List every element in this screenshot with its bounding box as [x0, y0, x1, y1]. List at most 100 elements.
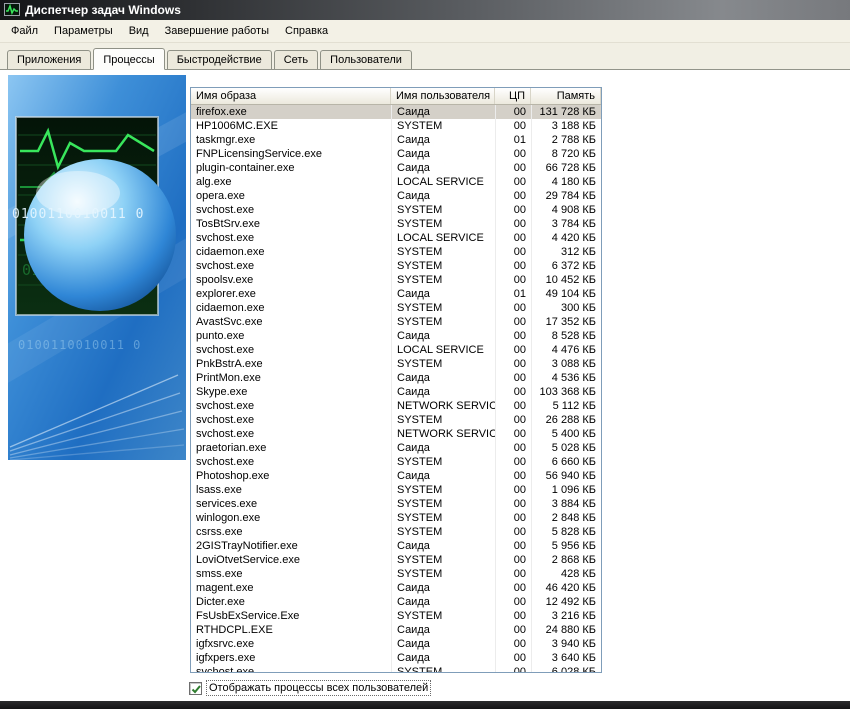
table-row[interactable]: plugin-container.exe Саида 00 66 728 КБ: [191, 161, 601, 175]
table-row[interactable]: svchost.exe LOCAL SERVICE 00 4 420 КБ: [191, 231, 601, 245]
table-row[interactable]: AvastSvc.exe SYSTEM 00 17 352 КБ: [191, 315, 601, 329]
tab-users[interactable]: Пользователи: [320, 50, 412, 69]
table-row[interactable]: PnkBstrA.exe SYSTEM 00 3 088 КБ: [191, 357, 601, 371]
process-name: svchost.exe: [196, 260, 255, 272]
table-row[interactable]: svchost.exe LOCAL SERVICE 00 4 476 КБ: [191, 343, 601, 357]
menu-item-help[interactable]: Справка: [277, 22, 336, 40]
table-row[interactable]: praetorian.exe Саида 00 5 028 КБ: [191, 441, 601, 455]
process-name: LoviOtvetService.exe: [196, 554, 300, 566]
column-header-image-name[interactable]: Имя образа: [191, 88, 391, 104]
table-row[interactable]: PrintMon.exe Саида 00 4 536 КБ: [191, 371, 601, 385]
user-name: SYSTEM: [391, 119, 495, 133]
table-row[interactable]: cidaemon.exe SYSTEM 00 312 КБ: [191, 245, 601, 259]
table-row[interactable]: punto.exe Саида 00 8 528 КБ: [191, 329, 601, 343]
user-name: Саида: [391, 371, 495, 385]
wallpaper-art: 0100 0100110010011 0 0100110010011 0: [8, 75, 186, 460]
cpu-value: 00: [495, 189, 531, 203]
table-row[interactable]: igfxpers.exe Саида 00 3 640 КБ: [191, 651, 601, 665]
column-header-user-name[interactable]: Имя пользователя: [391, 88, 495, 104]
process-name: svchost.exe: [196, 428, 255, 440]
table-row[interactable]: 2GISTrayNotifier.exe Саида 00 5 956 КБ: [191, 539, 601, 553]
table-row[interactable]: svchost.exe SYSTEM 00 6 660 КБ: [191, 455, 601, 469]
memory-value: 1 096 КБ: [531, 483, 601, 497]
table-row[interactable]: svchost.exe NETWORK SERVICE 00 5 112 КБ: [191, 399, 601, 413]
cpu-value: 00: [495, 399, 531, 413]
process-list[interactable]: Имя образа Имя пользователя ЦП Память firef…: [190, 87, 602, 673]
table-row[interactable]: Dicter.exe Саида 00 12 492 КБ: [191, 595, 601, 609]
tab-networking[interactable]: Сеть: [273, 50, 319, 69]
column-header-cpu[interactable]: ЦП: [495, 88, 531, 104]
memory-value: 2 788 КБ: [531, 133, 601, 147]
memory-value: 4 476 КБ: [531, 343, 601, 357]
table-row[interactable]: opera.exe Саида 00 29 784 КБ: [191, 189, 601, 203]
table-row[interactable]: magent.exe Саида 00 46 420 КБ: [191, 581, 601, 595]
process-name: igfxsrvc.exe: [196, 638, 255, 650]
tab-processes[interactable]: Процессы: [93, 48, 165, 70]
table-row[interactable]: igfxsrvc.exe Саида 00 3 940 КБ: [191, 637, 601, 651]
process-name: FsUsbExService.Exe: [196, 610, 300, 622]
memory-value: 49 104 КБ: [531, 287, 601, 301]
taskbar-edge: [0, 701, 850, 709]
cpu-value: 00: [495, 595, 531, 609]
tab-strip: Приложения Процессы Быстродействие Сеть Поль…: [0, 43, 850, 70]
table-row[interactable]: Skype.exe Саида 00 103 368 КБ: [191, 385, 601, 399]
user-name: SYSTEM: [391, 497, 495, 511]
table-row[interactable]: RTHDCPL.EXE Саида 00 24 880 КБ: [191, 623, 601, 637]
user-name: NETWORK SERVICE: [391, 399, 495, 413]
table-row[interactable]: services.exe SYSTEM 00 3 884 КБ: [191, 497, 601, 511]
table-row[interactable]: Photoshop.exe Саида 00 56 940 КБ: [191, 469, 601, 483]
process-name: csrss.exe: [196, 526, 243, 538]
column-header-memory[interactable]: Память: [531, 88, 601, 104]
table-row[interactable]: alg.exe LOCAL SERVICE 00 4 180 КБ: [191, 175, 601, 189]
cpu-value: 00: [495, 119, 531, 133]
tab-performance[interactable]: Быстродействие: [166, 50, 272, 69]
process-name: cidaemon.exe: [196, 302, 265, 314]
cpu-value: 00: [495, 343, 531, 357]
table-row[interactable]: FNPLicensingService.exe Саида 00 8 720 КБ: [191, 147, 601, 161]
table-row[interactable]: cidaemon.exe SYSTEM 00 300 КБ: [191, 301, 601, 315]
user-name: Саида: [391, 539, 495, 553]
user-name: Саида: [391, 595, 495, 609]
table-row[interactable]: svchost.exe SYSTEM 00 6 028 КБ: [191, 665, 601, 672]
table-row[interactable]: svchost.exe NETWORK SERVICE 00 5 400 КБ: [191, 427, 601, 441]
process-name: Dicter.exe: [196, 596, 245, 608]
user-name: Саида: [391, 105, 495, 119]
table-row[interactable]: LoviOtvetService.exe SYSTEM 00 2 868 КБ: [191, 553, 601, 567]
user-name: SYSTEM: [391, 245, 495, 259]
table-row[interactable]: taskmgr.exe Саида 01 2 788 КБ: [191, 133, 601, 147]
menu-item-file[interactable]: Файл: [3, 22, 46, 40]
process-name: svchost.exe: [196, 456, 255, 468]
menu-item-view[interactable]: Вид: [121, 22, 157, 40]
process-name: igfxpers.exe: [196, 652, 256, 664]
table-row[interactable]: TosBtSrv.exe SYSTEM 00 3 784 КБ: [191, 217, 601, 231]
process-name: svchost.exe: [196, 400, 255, 412]
table-row[interactable]: spoolsv.exe SYSTEM 00 10 452 КБ: [191, 273, 601, 287]
table-row[interactable]: HP1006MC.EXE SYSTEM 00 3 188 КБ: [191, 119, 601, 133]
memory-value: 6 372 КБ: [531, 259, 601, 273]
memory-value: 29 784 КБ: [531, 189, 601, 203]
process-name: magent.exe: [196, 582, 254, 594]
menu-item-options[interactable]: Параметры: [46, 22, 121, 40]
process-name: winlogon.exe: [196, 512, 261, 524]
process-name: lsass.exe: [196, 484, 242, 496]
table-row[interactable]: svchost.exe SYSTEM 00 6 372 КБ: [191, 259, 601, 273]
menu-item-shutdown[interactable]: Завершение работы: [157, 22, 277, 40]
memory-value: 5 112 КБ: [531, 399, 601, 413]
table-row[interactable]: smss.exe SYSTEM 00 428 КБ: [191, 567, 601, 581]
table-row[interactable]: csrss.exe SYSTEM 00 5 828 КБ: [191, 525, 601, 539]
table-row[interactable]: lsass.exe SYSTEM 00 1 096 КБ: [191, 483, 601, 497]
cpu-value: 00: [495, 175, 531, 189]
tab-applications[interactable]: Приложения: [7, 50, 92, 69]
user-name: Саида: [391, 161, 495, 175]
table-row[interactable]: svchost.exe SYSTEM 00 26 288 КБ: [191, 413, 601, 427]
table-row[interactable]: FsUsbExService.Exe SYSTEM 00 3 216 КБ: [191, 609, 601, 623]
table-row[interactable]: winlogon.exe SYSTEM 00 2 848 КБ: [191, 511, 601, 525]
cpu-value: 00: [495, 273, 531, 287]
table-row[interactable]: firefox.exe Саида 00 131 728 КБ: [191, 105, 601, 119]
table-row[interactable]: explorer.exe Саида 01 49 104 КБ: [191, 287, 601, 301]
show-all-users-label[interactable]: Отображать процессы всех пользователей: [205, 680, 432, 696]
user-name: Саида: [391, 651, 495, 665]
table-row[interactable]: svchost.exe SYSTEM 00 4 908 КБ: [191, 203, 601, 217]
cpu-value: 00: [495, 385, 531, 399]
show-all-users-checkbox[interactable]: [189, 681, 202, 695]
